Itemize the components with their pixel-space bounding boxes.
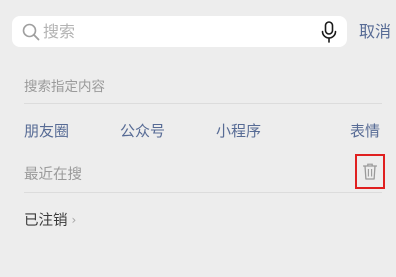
clear-history-button[interactable] — [355, 154, 385, 189]
history-item-label: 已注销 — [24, 213, 68, 229]
divider — [24, 192, 382, 193]
category-moments[interactable]: 朋友圈 — [24, 120, 69, 142]
divider — [24, 103, 382, 104]
microphone-icon[interactable] — [321, 21, 337, 43]
recent-searches-title: 最近在搜 — [24, 167, 82, 183]
chevron-right-icon: › — [71, 213, 77, 227]
search-input[interactable] — [43, 16, 313, 47]
category-official-accounts[interactable]: 公众号 — [120, 120, 165, 142]
category-mini-programs[interactable]: 小程序 — [216, 120, 261, 142]
section-title: 搜索指定内容 — [24, 79, 105, 95]
search-bar[interactable] — [12, 16, 347, 47]
history-item[interactable]: 已注销 › — [24, 209, 76, 231]
category-stickers[interactable]: 表情 — [350, 120, 380, 142]
cancel-button[interactable]: 取消 — [359, 21, 391, 43]
trash-icon — [363, 163, 377, 180]
search-icon — [22, 23, 40, 41]
